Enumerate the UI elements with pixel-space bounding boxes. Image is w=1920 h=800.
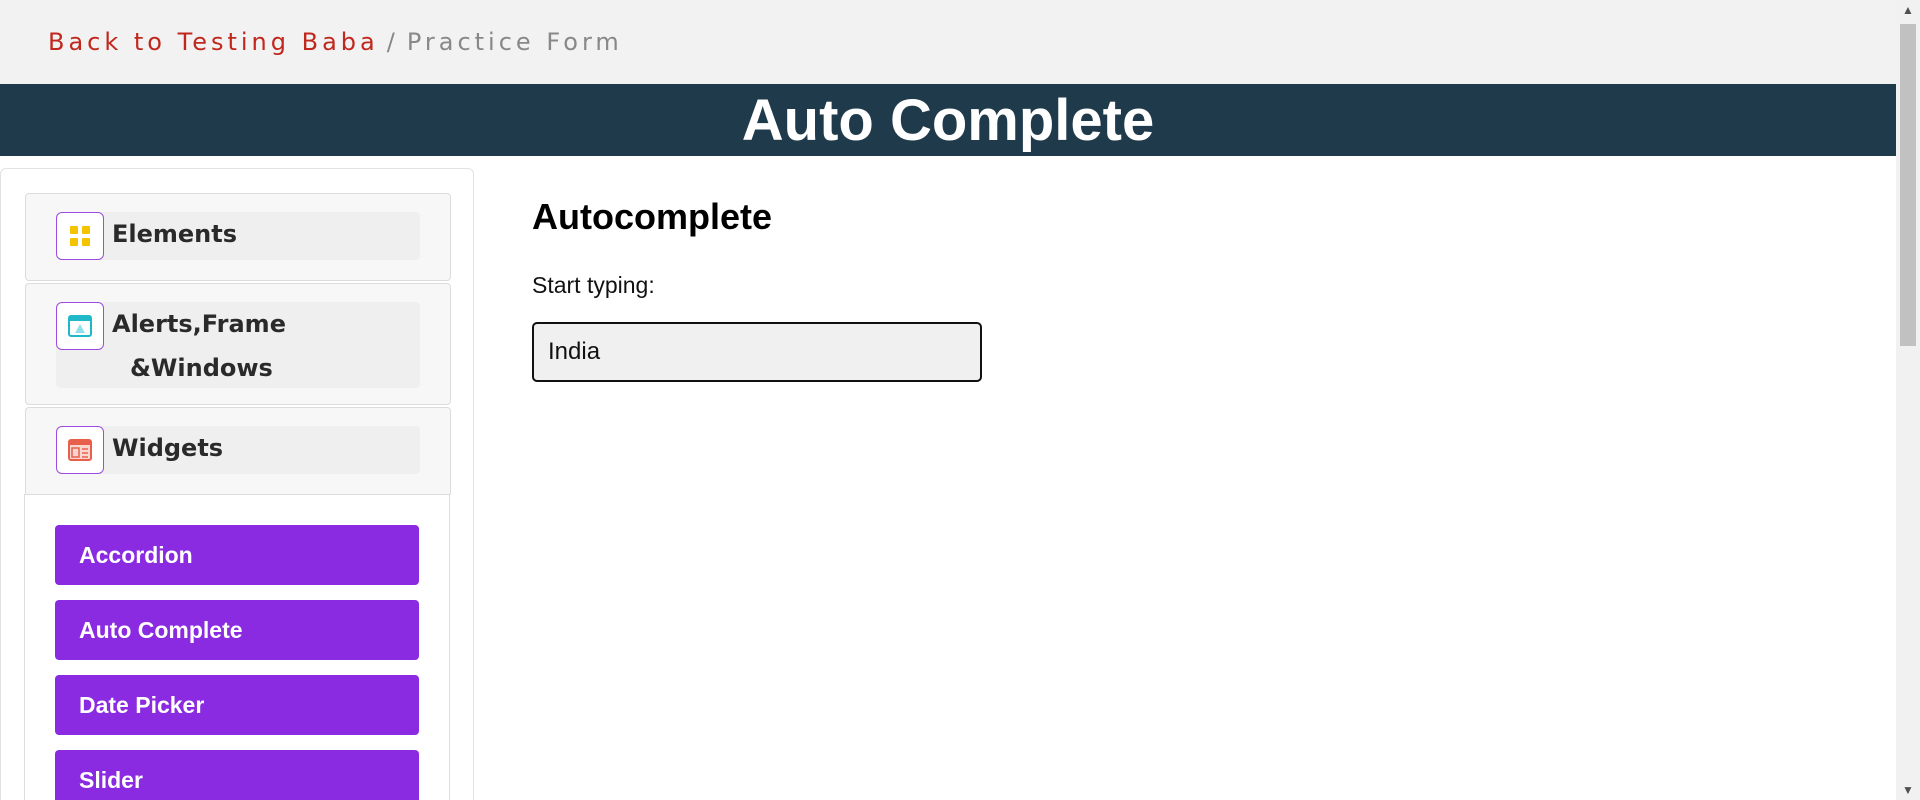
sidebar-group-elements[interactable]: Elements <box>25 193 451 281</box>
menu-item-accordion[interactable]: Accordion <box>55 525 419 585</box>
vertical-scrollbar[interactable]: ▲ ▼ <box>1896 0 1920 800</box>
scroll-down-arrow-icon[interactable]: ▼ <box>1896 780 1920 800</box>
sidebar-group-label: Elements <box>112 220 238 248</box>
back-to-testing-baba-link[interactable]: Back to Testing Baba <box>48 28 379 56</box>
menu-item-auto-complete[interactable]: Auto Complete <box>55 600 419 660</box>
grid-icon <box>56 212 104 260</box>
sidebar-group-widgets[interactable]: Widgets <box>25 407 451 497</box>
breadcrumb: Back to Testing Baba / Practice Form <box>48 28 623 56</box>
menu-item-slider[interactable]: Slider <box>55 750 419 800</box>
menu-item-date-picker[interactable]: Date Picker <box>55 675 419 735</box>
page-banner: Auto Complete <box>0 84 1896 156</box>
start-typing-label: Start typing: <box>532 272 655 298</box>
window-icon <box>56 302 104 350</box>
sidebar-group-widgets-header[interactable]: Widgets <box>56 426 420 474</box>
autocomplete-input[interactable] <box>532 322 982 382</box>
sidebar-group-elements-header[interactable]: Elements <box>56 212 420 260</box>
section-heading: Autocomplete <box>532 196 773 237</box>
widgets-menu: Accordion Auto Complete Date Picker Slid… <box>24 494 450 800</box>
sidebar-group-label-line2: &Windows <box>130 354 273 382</box>
sidebar-group-label: Alerts,Frame &Windows <box>104 302 286 390</box>
widgets-icon <box>56 426 104 474</box>
sidebar-group-label: Widgets <box>112 434 224 462</box>
breadcrumb-current: Practice Form <box>406 28 623 56</box>
sidebar-group-label-line1: Alerts,Frame <box>112 310 286 338</box>
scrollbar-thumb[interactable] <box>1900 24 1916 346</box>
breadcrumb-separator: / <box>386 28 399 56</box>
main-content: Autocomplete <box>532 196 772 238</box>
top-bar: Back to Testing Baba / Practice Form <box>0 0 1896 84</box>
sidebar-group-alerts-header[interactable]: Alerts,Frame &Windows <box>56 302 420 388</box>
sidebar-group-alerts[interactable]: Alerts,Frame &Windows <box>25 283 451 405</box>
scroll-up-arrow-icon[interactable]: ▲ <box>1896 0 1920 20</box>
page-title: Auto Complete <box>741 87 1155 153</box>
